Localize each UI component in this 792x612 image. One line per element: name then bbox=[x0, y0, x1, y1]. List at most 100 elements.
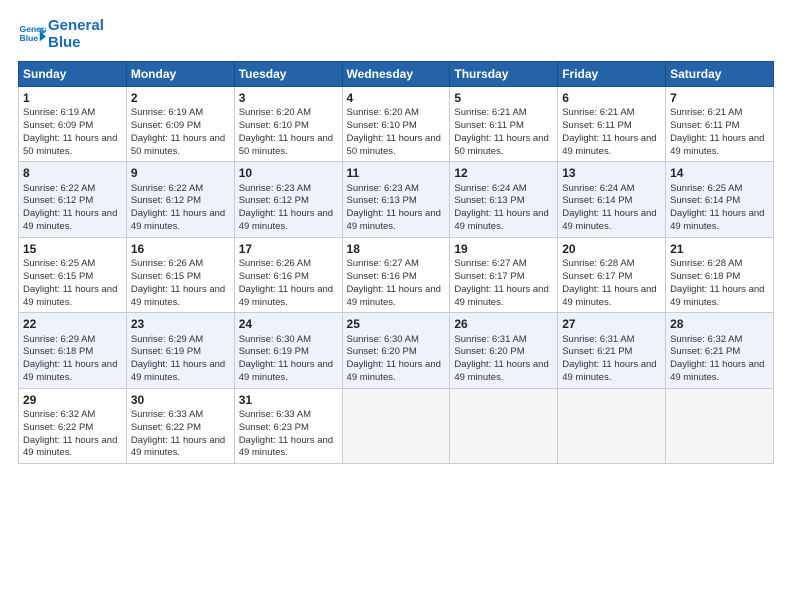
calendar-cell: 29Sunrise: 6:32 AMSunset: 6:22 PMDayligh… bbox=[19, 388, 127, 463]
sunset-text: Sunset: 6:14 PM bbox=[562, 195, 632, 206]
day-number: 4 bbox=[347, 90, 446, 106]
daylight-text: Daylight: 11 hours and 49 minutes. bbox=[670, 133, 764, 157]
day-number: 2 bbox=[131, 90, 230, 106]
sunset-text: Sunset: 6:21 PM bbox=[670, 346, 740, 357]
sunrise-text: Sunrise: 6:29 AM bbox=[131, 334, 203, 345]
daylight-text: Daylight: 11 hours and 49 minutes. bbox=[670, 359, 764, 383]
sunset-text: Sunset: 6:11 PM bbox=[562, 120, 632, 131]
daylight-text: Daylight: 11 hours and 49 minutes. bbox=[239, 435, 333, 459]
calendar-cell: 1Sunrise: 6:19 AMSunset: 6:09 PMDaylight… bbox=[19, 87, 127, 162]
day-number: 1 bbox=[23, 90, 122, 106]
sunset-text: Sunset: 6:14 PM bbox=[670, 195, 740, 206]
sunset-text: Sunset: 6:10 PM bbox=[347, 120, 417, 131]
calendar-cell: 6Sunrise: 6:21 AMSunset: 6:11 PMDaylight… bbox=[558, 87, 666, 162]
svg-text:Blue: Blue bbox=[20, 33, 39, 43]
daylight-text: Daylight: 11 hours and 49 minutes. bbox=[562, 359, 656, 383]
sunset-text: Sunset: 6:11 PM bbox=[670, 120, 740, 131]
calendar-cell: 23Sunrise: 6:29 AMSunset: 6:19 PMDayligh… bbox=[126, 313, 234, 388]
daylight-text: Daylight: 11 hours and 50 minutes. bbox=[23, 133, 117, 157]
day-number: 14 bbox=[670, 165, 769, 181]
calendar-cell bbox=[666, 388, 774, 463]
calendar-cell: 24Sunrise: 6:30 AMSunset: 6:19 PMDayligh… bbox=[234, 313, 342, 388]
sunrise-text: Sunrise: 6:25 AM bbox=[670, 183, 742, 194]
calendar-cell bbox=[342, 388, 450, 463]
daylight-text: Daylight: 11 hours and 49 minutes. bbox=[347, 208, 441, 232]
daylight-text: Daylight: 11 hours and 49 minutes. bbox=[562, 208, 656, 232]
daylight-text: Daylight: 11 hours and 49 minutes. bbox=[454, 284, 548, 308]
sunrise-text: Sunrise: 6:23 AM bbox=[347, 183, 419, 194]
day-number: 13 bbox=[562, 165, 661, 181]
sunset-text: Sunset: 6:12 PM bbox=[131, 195, 201, 206]
day-number: 28 bbox=[670, 316, 769, 332]
daylight-text: Daylight: 11 hours and 49 minutes. bbox=[131, 208, 225, 232]
day-number: 20 bbox=[562, 241, 661, 257]
sunrise-text: Sunrise: 6:20 AM bbox=[239, 107, 311, 118]
col-header-thursday: Thursday bbox=[450, 62, 558, 87]
sunset-text: Sunset: 6:12 PM bbox=[23, 195, 93, 206]
calendar-cell: 4Sunrise: 6:20 AM Sunset: 6:10 PM Daylight… bbox=[342, 87, 450, 162]
sunset-text: Sunset: 6:13 PM bbox=[454, 195, 524, 206]
day-number: 12 bbox=[454, 165, 553, 181]
logo: General Blue GeneralBlue bbox=[18, 18, 104, 51]
daylight-text: Daylight: 11 hours and 50 minutes. bbox=[454, 133, 548, 157]
sunset-text: Sunset: 6:17 PM bbox=[454, 271, 524, 282]
daylight-text: Daylight: 11 hours and 49 minutes. bbox=[23, 359, 117, 383]
sunrise-text: Sunrise: 6:21 AM bbox=[454, 107, 526, 118]
sunset-text: Sunset: 6:17 PM bbox=[562, 271, 632, 282]
calendar-cell bbox=[450, 388, 558, 463]
daylight-text: Daylight: 11 hours and 49 minutes. bbox=[23, 284, 117, 308]
day-number: 19 bbox=[454, 241, 553, 257]
sunrise-text: Sunrise: 6:23 AM bbox=[239, 183, 311, 194]
sunset-text: Sunset: 6:19 PM bbox=[131, 346, 201, 357]
sunrise-text: Sunrise: 6:26 AM bbox=[131, 258, 203, 269]
day-number: 5 bbox=[454, 90, 553, 106]
calendar-cell: 9 Sunrise: 6:22 AMSunset: 6:12 PM Daylight… bbox=[126, 162, 234, 237]
day-number: 23 bbox=[131, 316, 230, 332]
calendar-cell: 15Sunrise: 6:25 AMSunset: 6:15 PMDayligh… bbox=[19, 237, 127, 312]
daylight-text: Daylight: 11 hours and 50 minutes. bbox=[347, 133, 441, 157]
sunset-text: Sunset: 6:09 PM bbox=[131, 120, 201, 131]
sunrise-text: Sunrise: 6:33 AM bbox=[131, 409, 203, 420]
sunrise-text: Sunrise: 6:25 AM bbox=[23, 258, 95, 269]
calendar-table: SundayMondayTuesdayWednesdayThursdayFrid… bbox=[18, 61, 774, 464]
daylight-text: Daylight: 11 hours and 49 minutes. bbox=[347, 359, 441, 383]
calendar-cell: 11Sunrise: 6:23 AMSunset: 6:13 PMDayligh… bbox=[342, 162, 450, 237]
sunset-text: Sunset: 6:20 PM bbox=[347, 346, 417, 357]
calendar-week-3: 15Sunrise: 6:25 AMSunset: 6:15 PMDayligh… bbox=[19, 237, 774, 312]
day-number: 27 bbox=[562, 316, 661, 332]
calendar-header-row: SundayMondayTuesdayWednesdayThursdayFrid… bbox=[19, 62, 774, 87]
calendar-cell: 3Sunrise: 6:20 AMSunset: 6:10 PMDaylight… bbox=[234, 87, 342, 162]
sunset-text: Sunset: 6:22 PM bbox=[23, 422, 93, 433]
sunrise-text: Sunrise: 6:32 AM bbox=[670, 334, 742, 345]
calendar-cell: 27Sunrise: 6:31 AMSunset: 6:21 PMDayligh… bbox=[558, 313, 666, 388]
calendar-cell: 13 Sunrise: 6:24 AMSunset: 6:14 PM Dayligh… bbox=[558, 162, 666, 237]
daylight-text: Daylight: 11 hours and 49 minutes. bbox=[131, 284, 225, 308]
day-number: 9 bbox=[131, 165, 230, 181]
day-number: 29 bbox=[23, 392, 122, 408]
sunset-text: Sunset: 6:15 PM bbox=[131, 271, 201, 282]
calendar-cell: 10Sunrise: 6:23 AMSunset: 6:12 PMDayligh… bbox=[234, 162, 342, 237]
col-header-wednesday: Wednesday bbox=[342, 62, 450, 87]
calendar-cell: 22Sunrise: 6:29 AMSunset: 6:18 PMDayligh… bbox=[19, 313, 127, 388]
daylight-text: Daylight: 11 hours and 49 minutes. bbox=[131, 435, 225, 459]
day-number: 11 bbox=[347, 165, 446, 181]
page: General Blue GeneralBlue SundayMondayTue… bbox=[0, 0, 792, 612]
sunrise-text: Sunrise: 6:22 AM bbox=[131, 183, 203, 194]
day-number: 24 bbox=[239, 316, 338, 332]
sunset-text: Sunset: 6:16 PM bbox=[347, 271, 417, 282]
sunrise-text: Sunrise: 6:20 AM bbox=[347, 107, 419, 118]
calendar-cell: 12Sunrise: 6:24 AMSunset: 6:13 PMDayligh… bbox=[450, 162, 558, 237]
sunrise-text: Sunrise: 6:26 AM bbox=[239, 258, 311, 269]
day-number: 10 bbox=[239, 165, 338, 181]
col-header-friday: Friday bbox=[558, 62, 666, 87]
day-number: 8 bbox=[23, 165, 122, 181]
calendar-cell: 31Sunrise: 6:33 AMSunset: 6:23 PMDayligh… bbox=[234, 388, 342, 463]
sunrise-text: Sunrise: 6:30 AM bbox=[347, 334, 419, 345]
calendar-cell: 18Sunrise: 6:27 AMSunset: 6:16 PMDayligh… bbox=[342, 237, 450, 312]
col-header-saturday: Saturday bbox=[666, 62, 774, 87]
sunrise-text: Sunrise: 6:24 AM bbox=[562, 183, 634, 194]
day-number: 21 bbox=[670, 241, 769, 257]
calendar-cell: 5Sunrise: 6:21 AMSunset: 6:11 PMDaylight… bbox=[450, 87, 558, 162]
calendar-cell: 17Sunrise: 6:26 AMSunset: 6:16 PMDayligh… bbox=[234, 237, 342, 312]
sunset-text: Sunset: 6:09 PM bbox=[23, 120, 93, 131]
